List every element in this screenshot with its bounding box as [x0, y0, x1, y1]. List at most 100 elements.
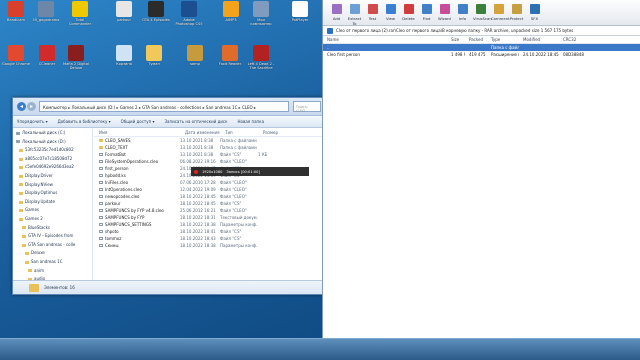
nav-item[interactable]: a805cc07e7c18508d72 — [13, 155, 92, 164]
desktop-icon[interactable]: AIMP3 — [217, 1, 245, 26]
nav-item[interactable]: GTA San andreas - colle — [13, 241, 92, 250]
folder-icon — [19, 200, 23, 204]
file-icon — [99, 243, 103, 248]
file-type: Файл "CLEO" — [220, 187, 247, 192]
desktop-icon[interactable]: Left 4 Dead 2 - The Sacrifice — [247, 45, 275, 70]
recording-resolution: 1920x1080 — [202, 169, 223, 174]
file-row[interactable]: SAMPFUNCS by FYP v4.8.cleo 25.06.2012 16:… — [94, 207, 323, 214]
file-row[interactable]: SAMPFUNCS by FYP 18.10.2022 18:31 Текстовы… — [94, 214, 323, 221]
toolbar-button[interactable]: Общий доступ ▾ — [121, 119, 155, 124]
nav-item[interactable]: Games — [13, 206, 92, 215]
toolbar-button[interactable]: Упорядочить ▾ — [17, 119, 48, 124]
virusscan-button[interactable]: VirusScan — [473, 0, 492, 25]
desktop-icon-label: Bandicam — [7, 18, 25, 22]
column-header[interactable]: Packed — [465, 36, 487, 43]
nav-item[interactable]: 53fc53235c7ed1d0c802 — [13, 146, 92, 155]
desktop-icon[interactable]: Google Chrome — [2, 45, 30, 70]
nav-item[interactable]: GTA IV - Episodes from — [13, 232, 92, 241]
column-header[interactable]: Дата изменения — [180, 129, 220, 136]
nav-item[interactable]: c5efe04692e9266d3ea2 — [13, 163, 92, 172]
desktop-icon-label: Left 4 Dead 2 - The Sacrifice — [247, 62, 275, 70]
file-row[interactable]: newopcodes.cleo 18.10.2022 18:45 Файл "CLE… — [94, 193, 323, 200]
desktop-icon[interactable]: Mafia 2 Digital Deluxe v.1.0.0.1 — [62, 45, 90, 70]
forward-arrow-icon[interactable]: ▸ — [27, 102, 36, 111]
record-icon — [194, 169, 198, 174]
desktop-icon[interactable]: Total Commander — [66, 1, 94, 26]
search-input[interactable]: Поиск: CLEO — [293, 101, 321, 113]
nav-item[interactable]: Display.Driver — [13, 172, 92, 181]
column-header[interactable]: Размер — [258, 129, 298, 136]
add-button[interactable]: Add — [329, 0, 344, 25]
desktop-icon[interactable]: CCleaner — [33, 45, 61, 70]
toolbar-button[interactable]: Новая папка — [238, 119, 265, 124]
folder-icon — [25, 252, 29, 256]
nav-item-label: Display.Update — [25, 198, 55, 204]
nav-item[interactable]: BlueStacks — [13, 224, 92, 233]
nav-item[interactable]: anim — [13, 267, 92, 276]
nav-item[interactable]: Display.NView — [13, 181, 92, 190]
info-button[interactable]: Info — [455, 0, 470, 25]
file-row[interactable]: FileSystemOperations.cleo 06.08.2022 19:1… — [94, 158, 323, 165]
archive-row[interactable]: Cleo first person 1 498 969 419 475 Расшире… — [323, 51, 640, 58]
comment-button[interactable]: Comment — [491, 0, 510, 25]
wizard-button[interactable]: Wizard — [437, 0, 452, 25]
archive-row[interactable]: .. Папка с файлами — [323, 44, 640, 51]
column-header[interactable]: Type — [487, 36, 519, 43]
file-row[interactable]: Скины 18.10.2022 18:38 Параметры конф... — [94, 242, 323, 249]
extract-to-button[interactable]: Extract To — [347, 0, 362, 26]
column-header[interactable]: Size — [447, 36, 465, 43]
back-arrow-icon[interactable]: ◂ — [17, 102, 26, 111]
protect-button[interactable]: Protect — [509, 0, 524, 25]
desktop-icon[interactable]: parkour — [110, 1, 138, 26]
file-icon — [99, 229, 103, 234]
status-bar: Элементов: 16 — [13, 280, 322, 294]
delete-button[interactable]: Delete — [401, 0, 416, 25]
file-row[interactable]: CLEO_TEXT 13.10.2021 8:38 Папка с файлами — [94, 144, 323, 151]
up-folder-icon[interactable] — [327, 27, 333, 34]
desktop-icon[interactable]: Bandicam — [2, 1, 30, 26]
nav-item[interactable]: Локальный диск (D:) — [13, 138, 92, 147]
desktop-icon[interactable]: Мои компьютер — [247, 1, 275, 26]
file-icon — [99, 159, 103, 164]
recording-bar[interactable]: 1920x1080 Запись [00:01:00] — [191, 167, 309, 176]
column-header[interactable]: Тип — [220, 129, 258, 136]
desktop-icon[interactable]: Туман — [140, 45, 168, 70]
file-row[interactable]: shpoto 18.10.2022 18:41 Файл "CS" — [94, 228, 323, 235]
nav-item[interactable]: Display.Update — [13, 198, 92, 207]
column-header[interactable]: Имя — [94, 129, 180, 136]
file-row[interactable]: IniFiles.cleo 07.06.2010 17:28 Файл "CLEO" — [94, 179, 323, 186]
sfx-button[interactable]: SFX — [527, 0, 542, 25]
address-path[interactable]: Компьютер ▸ Локальный диск (D:) ▸ Games … — [39, 101, 289, 112]
view-button[interactable]: View — [383, 0, 398, 25]
nav-item[interactable]: Games 2 — [13, 215, 92, 224]
nav-item[interactable]: Display.Optimus — [13, 189, 92, 198]
file-row[interactable]: parkour 18.10.2022 18:45 Файл "CS" — [94, 200, 323, 207]
desktop-icon[interactable]: GTA 4 Episodes — [142, 1, 170, 26]
desktop-icon[interactable]: 55_gogodrama — [32, 1, 60, 26]
file-row[interactable]: CLEO_SAVES 13.10.2021 8:38 Папка с файлами — [94, 137, 323, 144]
desktop-icon-label: Корзина — [116, 62, 132, 66]
toolbar-button[interactable]: Добавить в библиотеку ▾ — [58, 119, 111, 124]
nav-item[interactable]: San andreas 1C — [13, 258, 92, 267]
desktop-icon-label: samp — [190, 62, 200, 66]
file-type: Текстовый докум... — [220, 215, 258, 220]
column-header[interactable]: Name — [323, 36, 447, 43]
file-row[interactable]: IntOperations.cleo 12.04.2022 19:09 Файл "… — [94, 186, 323, 193]
test-button[interactable]: Test — [365, 0, 380, 25]
nav-item[interactable]: Deluxe — [13, 249, 92, 258]
desktop-icon[interactable]: PotPlayer — [286, 1, 314, 26]
nav-item[interactable]: Локальный диск (C:) — [13, 129, 92, 138]
column-header[interactable]: CRC32 — [559, 36, 589, 43]
desktop-icon[interactable]: Корзина — [110, 45, 138, 70]
file-row[interactable]: tommoz 18.10.2022 18:43 Файл "CS" — [94, 235, 323, 242]
desktop-icon[interactable]: Foxit Reader — [216, 45, 244, 70]
find-button[interactable]: Find — [419, 0, 434, 25]
file-row[interactable]: FormatBot 13.10.2021 8:38 Файл "CS" 1 КБ — [94, 151, 323, 158]
file-type: Файл "CS" — [220, 152, 242, 157]
file-row[interactable]: SAMPFUNCS_SETTINGS 18.10.2022 18:38 Параме… — [94, 221, 323, 228]
explorer-toolbar: Упорядочить ▾ Добавить в библиотеку ▾ Общи… — [13, 116, 322, 128]
toolbar-button[interactable]: Записать на оптический диск — [164, 119, 227, 124]
desktop-icon[interactable]: Adobe Photoshop CS5 — [175, 1, 203, 26]
column-header[interactable]: Modified — [519, 36, 559, 43]
desktop-icon[interactable]: samp — [181, 45, 209, 70]
